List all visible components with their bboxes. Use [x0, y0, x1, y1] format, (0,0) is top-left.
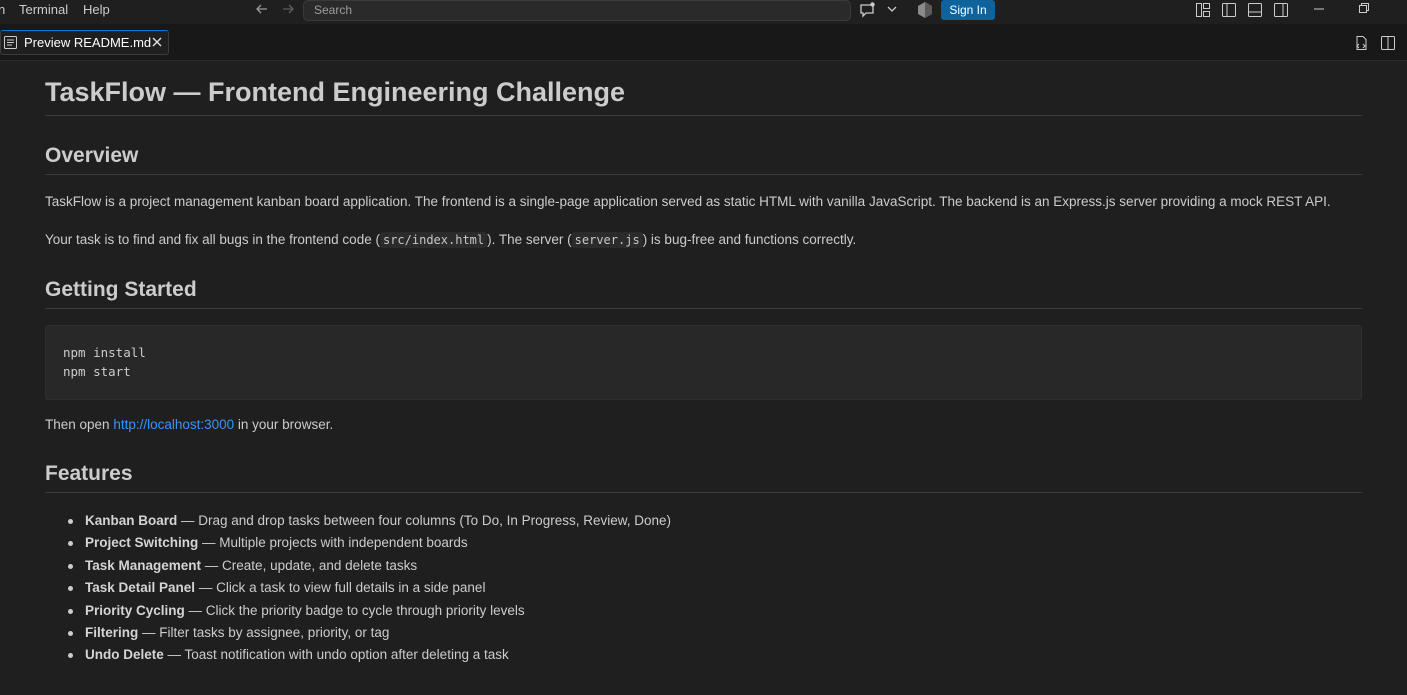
code-line: npm start	[63, 364, 131, 379]
heading-features: Features	[45, 461, 1362, 493]
list-item: Priority Cycling — Click the priority ba…	[68, 602, 1285, 624]
toggle-panel-icon[interactable]	[1247, 2, 1263, 21]
feature-desc: — Filter tasks by assignee, priority, or…	[138, 624, 390, 640]
close-icon[interactable]	[150, 35, 164, 49]
text: ) is bug-free and functions correctly.	[642, 232, 857, 247]
overview-paragraph-2: Your task is to find and fix all bugs in…	[45, 231, 1362, 249]
menu-terminal[interactable]: Terminal	[19, 2, 68, 18]
forward-icon[interactable]	[280, 1, 296, 22]
tab-preview-readme[interactable]: Preview README.md	[0, 30, 169, 55]
list-item: Undo Delete — Toast notification with un…	[68, 646, 1285, 668]
localhost-link[interactable]: http://localhost:3000	[113, 417, 234, 432]
feature-desc: — Click a task to view full details in a…	[195, 580, 486, 596]
list-item: Project Switching — Multiple projects wi…	[68, 534, 1285, 556]
feature-desc: — Click the priority badge to cycle thro…	[184, 602, 525, 618]
customize-layout-icon[interactable]	[1195, 2, 1211, 21]
chevron-down-icon[interactable]	[886, 3, 898, 18]
list-item: Task Management — Create, update, and de…	[68, 557, 1285, 579]
accounts-icon[interactable]	[916, 1, 934, 22]
code-block[interactable]: npm install npm start	[45, 325, 1362, 400]
inline-code-index-html: src/index.html	[379, 232, 488, 248]
title-bar: n Terminal Help Search Sign In	[0, 0, 1407, 24]
feature-desc: — Drag and drop tasks between four colum…	[177, 513, 671, 528]
tab-label: Preview README.md	[24, 35, 152, 50]
feature-name: Undo Delete	[85, 647, 164, 663]
text: in your browser.	[234, 417, 334, 432]
code-line: npm install	[63, 345, 146, 360]
minimize-icon[interactable]	[1313, 1, 1325, 19]
feature-desc: — Create, update, and delete tasks	[201, 557, 418, 573]
preview-icon	[4, 36, 17, 54]
sign-in-button[interactable]: Sign In	[941, 0, 995, 20]
back-icon[interactable]	[254, 1, 270, 22]
feature-name: Task Management	[85, 557, 202, 573]
feature-name: Project Switching	[85, 535, 199, 551]
open-browser-paragraph: Then open http://localhost:3000 in your …	[45, 416, 1362, 434]
feature-name: Priority Cycling	[85, 602, 185, 618]
search-placeholder: Search	[314, 3, 353, 17]
markdown-preview: TaskFlow — Frontend Engineering Challeng…	[0, 61, 1407, 695]
feature-name: Task Detail Panel	[85, 580, 196, 596]
page-title: TaskFlow — Frontend Engineering Challeng…	[45, 75, 1362, 116]
menu-item-partial[interactable]: n	[0, 2, 5, 18]
split-editor-icon[interactable]	[1380, 35, 1396, 56]
editor-tab-bar: Preview README.md	[0, 24, 1407, 61]
list-item: Filtering — Filter tasks by assignee, pr…	[68, 624, 1285, 646]
command-center-search[interactable]: Search	[303, 0, 851, 21]
feature-desc: — Toast notification with undo option af…	[163, 647, 509, 663]
features-list: Kanban Board — Drag and drop tasks betwe…	[68, 512, 1285, 669]
toggle-secondary-sidebar-icon[interactable]	[1273, 2, 1289, 21]
feature-name: Kanban Board	[85, 513, 178, 528]
open-source-icon[interactable]	[1353, 35, 1369, 56]
text: Your task is to find and fix all bugs in…	[45, 232, 380, 247]
chat-icon[interactable]	[858, 1, 876, 22]
toggle-primary-sidebar-icon[interactable]	[1221, 2, 1237, 21]
overview-paragraph-1: TaskFlow is a project management kanban …	[45, 194, 1331, 209]
inline-code-server-js: server.js	[571, 232, 643, 248]
heading-overview: Overview	[45, 143, 1362, 175]
menu-help[interactable]: Help	[83, 2, 110, 18]
list-item: Kanban Board — Drag and drop tasks betwe…	[68, 512, 1285, 534]
list-item: Task Detail Panel — Click a task to view…	[68, 579, 1285, 601]
heading-getting-started: Getting Started	[45, 277, 1362, 309]
restore-icon[interactable]	[1358, 1, 1370, 19]
text: Then open	[45, 417, 114, 432]
text: ). The server (	[487, 232, 572, 247]
feature-desc: — Multiple projects with independent boa…	[198, 535, 468, 551]
feature-name: Filtering	[85, 624, 139, 640]
